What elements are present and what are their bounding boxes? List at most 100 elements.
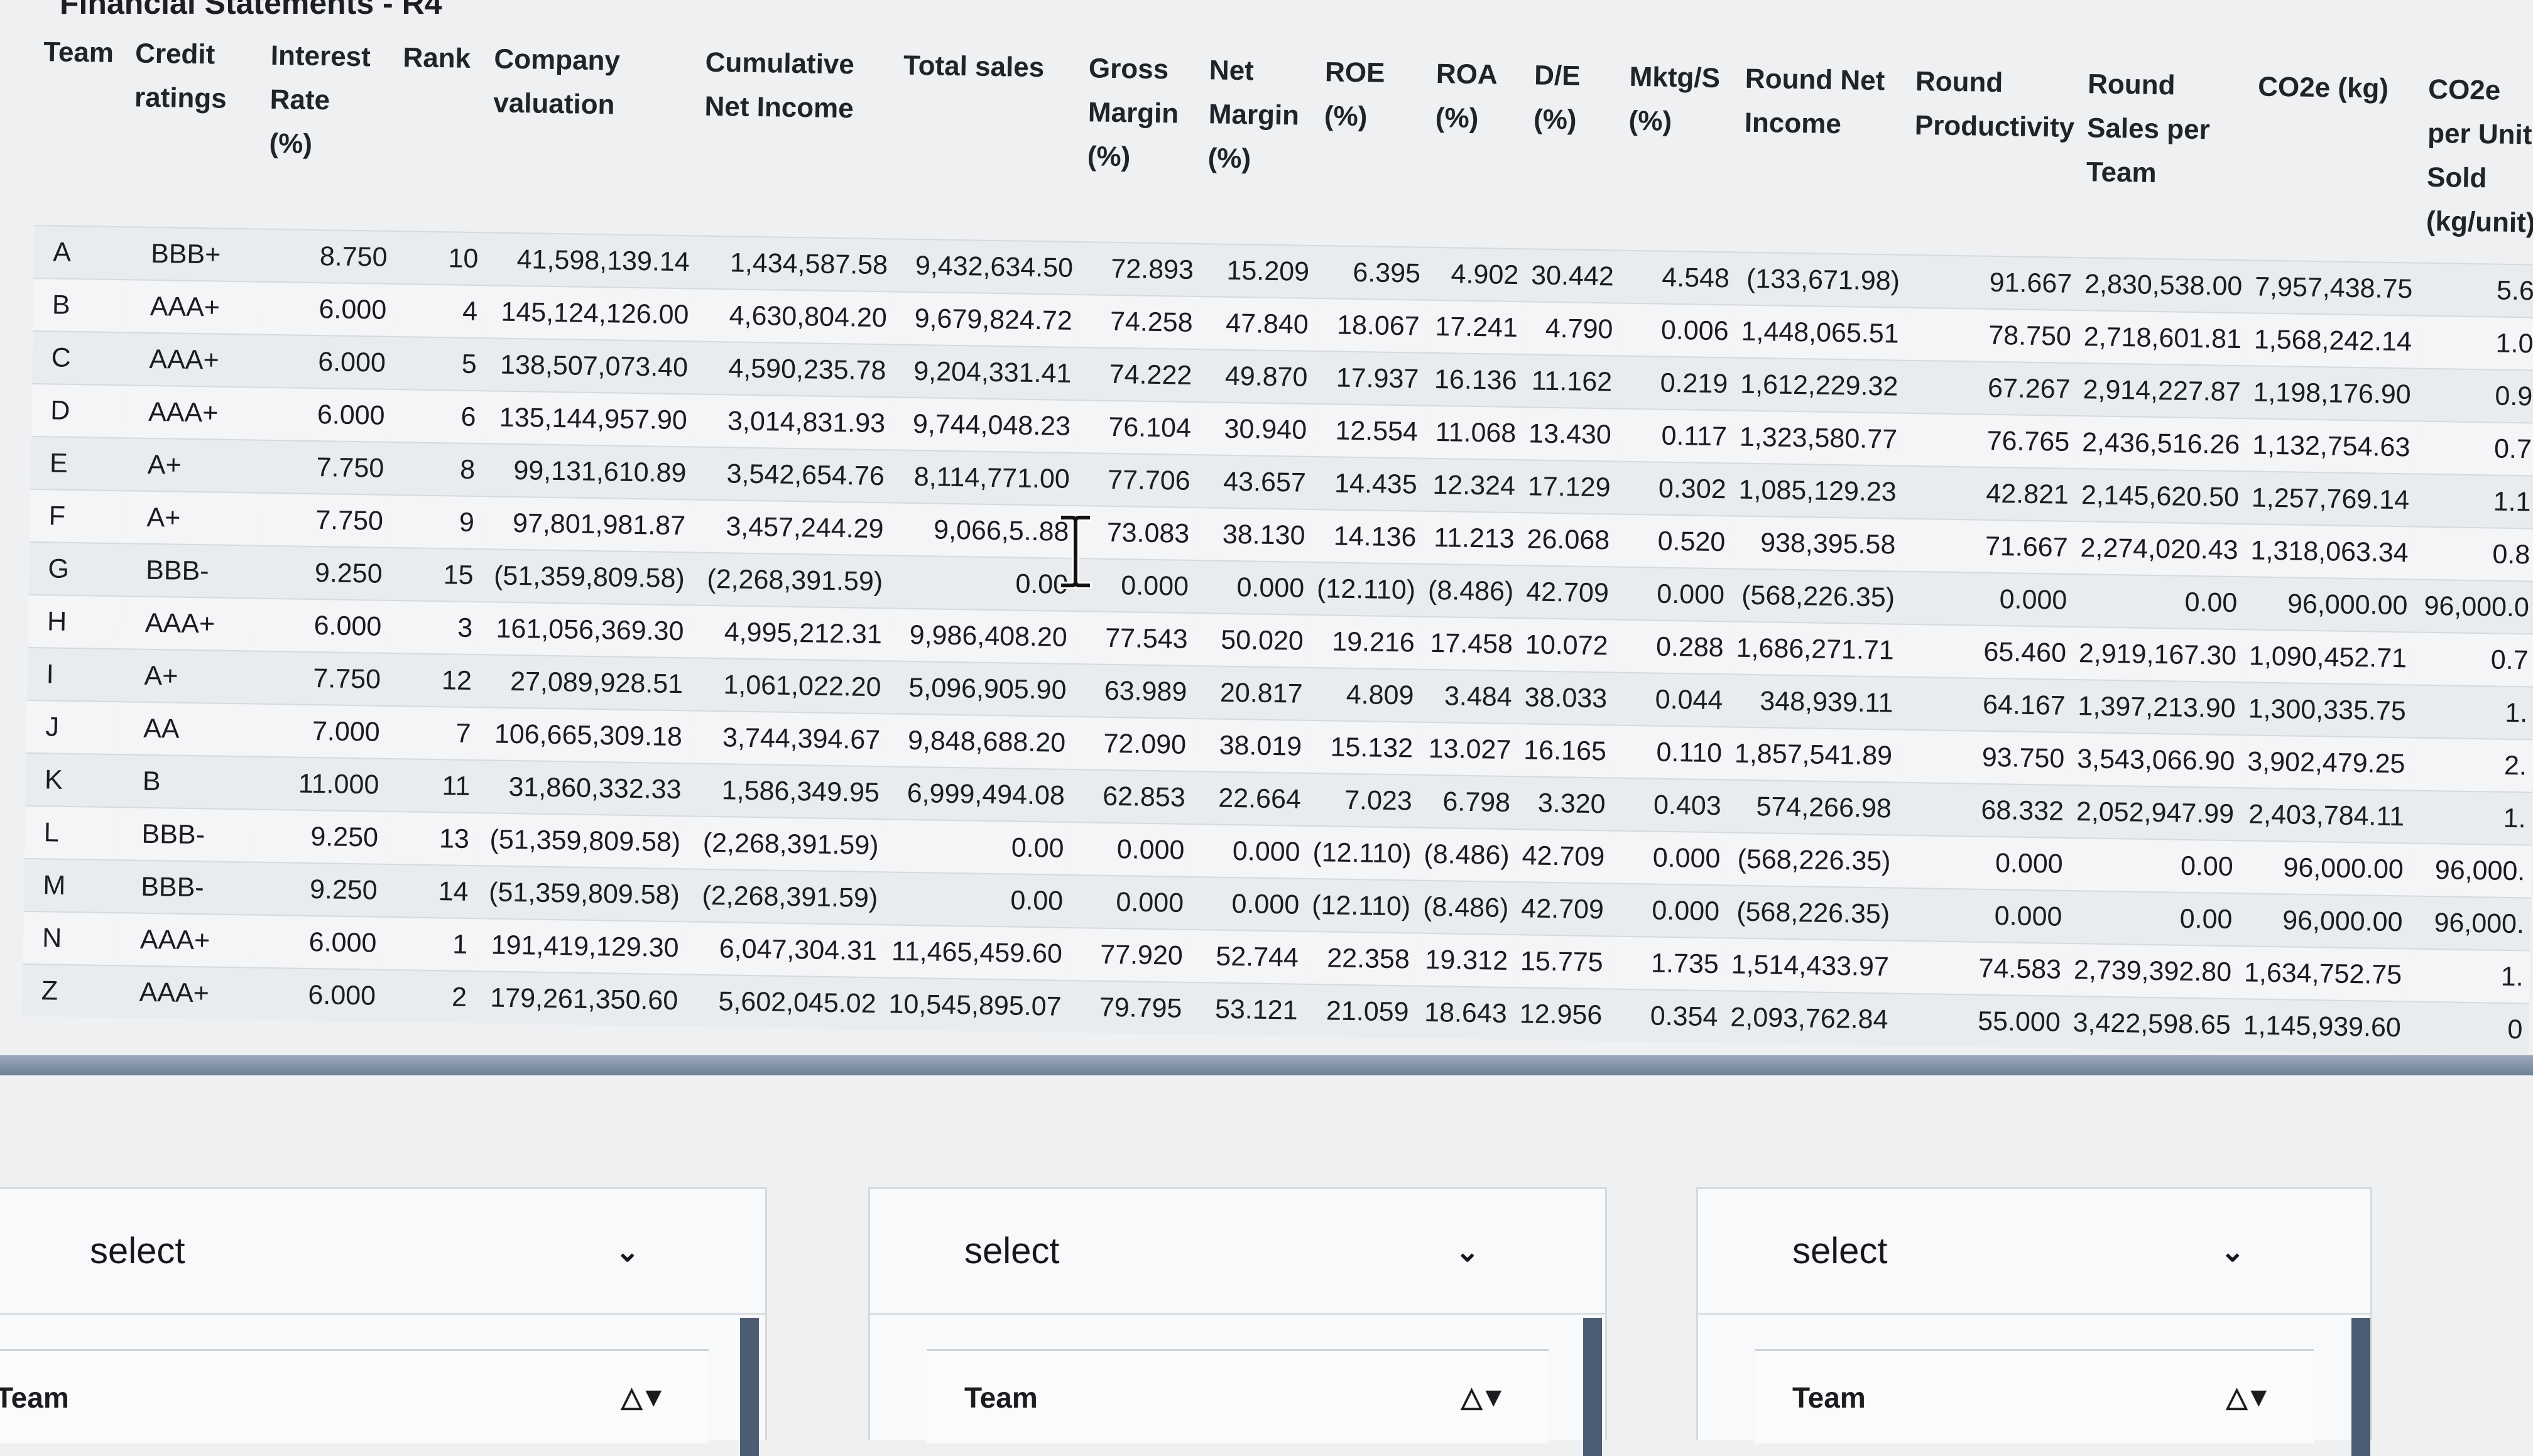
team-cell: C (32, 330, 125, 386)
table-cell: (51,359,809.58) (474, 866, 687, 922)
table-cell: 0.000 (1074, 558, 1196, 614)
table-cell: 77.920 (1068, 927, 1190, 982)
table-cell: 4.790 (1523, 302, 1620, 356)
table-cell: 1 (382, 916, 474, 972)
table-cell: 5 (391, 336, 484, 391)
scrollbar[interactable] (740, 1318, 759, 1456)
table-cell: 41,598,139.14 (484, 232, 697, 289)
table-cell: 4,590,235.78 (694, 341, 893, 398)
table-cell: 6,047,304.31 (684, 921, 884, 978)
select-dropdown-1[interactable]: select ⌄ (0, 1189, 765, 1315)
table-cell: 18.067 (1314, 298, 1427, 353)
sort-icon[interactable]: △▼ (621, 1381, 667, 1413)
sort-icon[interactable]: △▼ (1461, 1381, 1507, 1413)
column-header-line: Sold (2426, 161, 2487, 194)
table-cell: 0.110 (1612, 725, 1729, 780)
column-header: Cumulative Net Income (696, 36, 897, 239)
credit-rating-cell: BBB- (115, 860, 252, 915)
table-cell: 12.324 (1423, 458, 1522, 513)
table-cell: 1,085,129.23 (1731, 463, 1904, 519)
table-cell: (12.110) (1305, 878, 1417, 933)
filter-panel-2: select ⌄ Team △▼ (868, 1187, 1607, 1456)
table-cell: 1.0 (2417, 315, 2533, 371)
table-cell: 1,857,541.89 (1728, 727, 1899, 783)
column-header-line: Income (1744, 107, 1842, 140)
column-header-line: (%) (1087, 141, 1131, 173)
table-cell: 0.000 (1194, 560, 1311, 615)
column-header-line: Credit (134, 38, 215, 70)
table-cell: 96,000.00 (2239, 840, 2410, 896)
column-header-line: Cumulative (705, 46, 855, 80)
table-cell: 3,542,654.76 (692, 447, 891, 503)
table-cell: 3 (387, 600, 479, 655)
scrollbar[interactable] (2351, 1318, 2370, 1456)
table-cell: 3,014,831.93 (693, 394, 892, 450)
column-header: Net Margin (%) (1201, 43, 1319, 246)
column-header-line: Margin (1208, 99, 1300, 131)
team-list-header-2[interactable]: Team △▼ (927, 1349, 1549, 1443)
table-cell: 1,318,063.34 (2243, 524, 2416, 580)
table-cell: 8 (389, 442, 482, 497)
table-cell: 93.750 (1898, 729, 2071, 785)
select-dropdown-2[interactable]: select ⌄ (870, 1189, 1605, 1315)
column-header-line: valuation (493, 87, 615, 121)
table-cell: 72.893 (1079, 242, 1201, 297)
column-header-line: (kg/unit) (2426, 205, 2533, 239)
table-cell: 4,630,804.20 (694, 288, 894, 345)
select-dropdown-3[interactable]: select ⌄ (1698, 1189, 2370, 1315)
column-header: ROE (%) (1316, 45, 1430, 247)
table-cell: 4.902 (1426, 247, 1525, 302)
table-cell: 2,093,762.84 (1723, 991, 1895, 1046)
table-cell: 10.072 (1518, 618, 1615, 673)
table-cell: 27,089,928.51 (477, 655, 690, 711)
team-list-header-1[interactable]: Team △▼ (0, 1349, 709, 1443)
credit-rating-cell: BBB- (116, 807, 253, 862)
table-cell: 1,090,452.71 (2242, 629, 2414, 685)
sort-icon[interactable]: △▼ (2226, 1381, 2272, 1413)
table-cell: 12 (386, 653, 479, 708)
scrollbar[interactable] (1583, 1318, 1602, 1456)
team-cell: M (23, 858, 116, 913)
column-header-line: D/E (1533, 60, 1581, 92)
table-cell: 7,957,438.75 (2248, 260, 2419, 316)
team-list-header-3[interactable]: Team △▼ (1755, 1349, 2314, 1443)
column-header: Round Productivity (1907, 55, 2082, 258)
table-cell: 17.458 (1420, 616, 1520, 671)
table-cell: 2,145,620.50 (2074, 469, 2246, 524)
filter-panel-3: select ⌄ Team △▼ (1696, 1187, 2372, 1456)
table-cell: 52.744 (1189, 929, 1305, 984)
table-cell: (568,226.35) (1726, 832, 1898, 888)
table-cell: 0.00 (2067, 890, 2240, 947)
table-cell: 191,419,129.30 (473, 918, 686, 975)
table-cell: (568,226.35) (1725, 885, 1897, 941)
list-header-label: Team (0, 1381, 69, 1414)
table-cell: 74.583 (1895, 940, 2068, 996)
column-header-line: Gross (1088, 53, 1169, 85)
column-header-line: Round Net (1745, 63, 1885, 97)
table-cell: 0.302 (1616, 461, 1733, 516)
table-cell: 0.00 (888, 555, 1075, 612)
table-cell: 0.403 (1611, 778, 1728, 833)
table-cell: 0.219 (1618, 356, 1735, 411)
table-cell: 8.750 (261, 229, 395, 284)
financial-statements-table: Team Credit ratings Interest Rate (%) Rank Comp… (22, 25, 2533, 1056)
table-cell: 9,679,824.72 (893, 291, 1079, 348)
table-cell: 2,914,227.87 (2076, 363, 2248, 419)
table-cell: 135,144,957.90 (481, 391, 694, 447)
table-cell: 64.167 (1898, 676, 2073, 732)
table-cell: 0.117 (1617, 408, 1734, 464)
table-cell: 9.250 (251, 862, 384, 917)
column-header-line: (%) (1207, 143, 1251, 175)
credit-rating-cell: BBB- (120, 543, 257, 599)
table-cell: 161,056,369.30 (478, 602, 691, 658)
table-cell: 0.00 (2073, 574, 2244, 630)
table-cell: 1,323,580.77 (1733, 410, 1904, 466)
table-cell: 67.267 (1904, 360, 2078, 416)
text-cursor-icon (1059, 514, 1092, 589)
table-cell: 11 (384, 758, 477, 813)
table-cell: 9.250 (251, 809, 385, 864)
table-cell: 17.129 (1521, 460, 1618, 514)
table-cell: 30.442 (1524, 249, 1621, 303)
team-cell: I (27, 647, 120, 702)
credit-rating-cell: BBB+ (125, 227, 262, 282)
